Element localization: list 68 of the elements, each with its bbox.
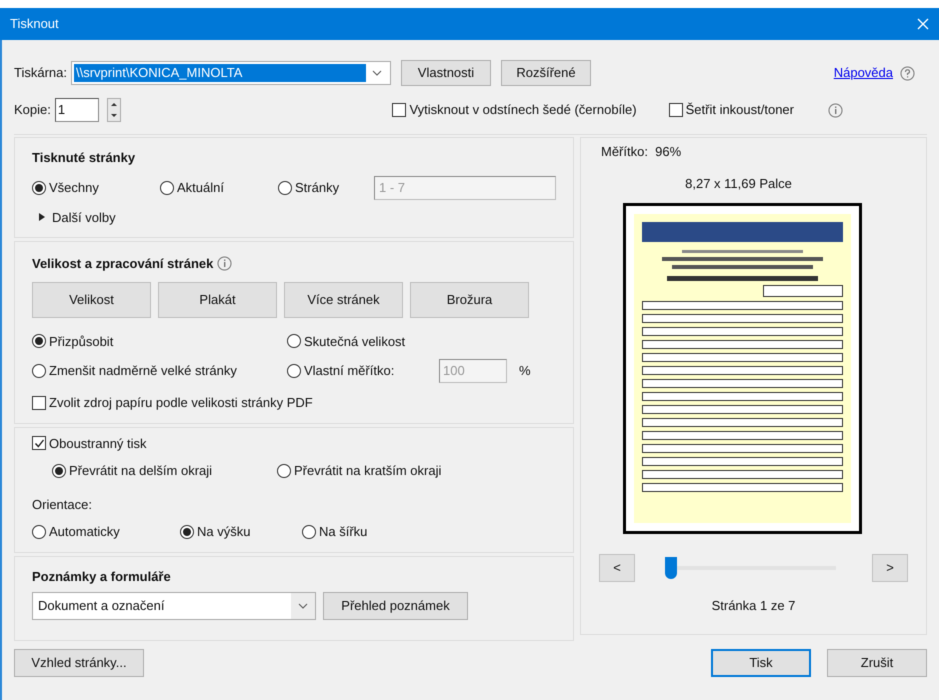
printer-button[interactable]: Vlastnosti	[400, 60, 491, 86]
next-page-button[interactable]: >	[872, 554, 908, 582]
percent-label: %	[519, 362, 531, 380]
radio-button[interactable]	[160, 180, 174, 194]
radio-label: Vlastní měřítko:	[304, 362, 394, 380]
scale-label: Měřítko: 96%	[601, 143, 682, 161]
chevron-down-icon	[372, 70, 382, 76]
checkbox[interactable]	[668, 103, 683, 117]
radio-label: Zmenšit nadměrně velké stránky	[49, 362, 237, 380]
chevron-down-icon	[298, 603, 308, 609]
checkbox-label: Oboustranný tisk	[49, 434, 147, 453]
radio-label: Stránky	[295, 178, 340, 197]
sizing-mode-button[interactable]: Brožura	[410, 282, 529, 318]
checkbox-label: Šetřit inkoust/toner	[686, 101, 794, 120]
checkbox-label: Vytisknout v odstínech šedé (černobíle)	[409, 101, 637, 120]
radio-label: Přizpůsobit	[49, 332, 114, 351]
printer-button[interactable]: Rozšířené	[500, 60, 591, 86]
orientation-label: Orientace:	[32, 496, 93, 514]
section-title: Velikost a zpracování stránek	[32, 255, 214, 273]
radio-button[interactable]	[180, 524, 194, 539]
radio-label: Na šířku	[319, 523, 368, 541]
notes-dropdown[interactable]: Dokument a označení	[32, 592, 316, 620]
copies-field[interactable]: 1	[54, 98, 99, 122]
sizing-mode-button[interactable]: Plakát	[158, 282, 277, 318]
section-title: Poznámky a formuláře	[32, 568, 172, 586]
more-options-toggle[interactable]: Další volby	[32, 208, 556, 227]
radio-button[interactable]	[277, 464, 291, 478]
checkbox[interactable]	[32, 436, 46, 450]
slider-thumb[interactable]	[665, 557, 677, 579]
radio-button[interactable]	[287, 364, 301, 378]
radio-label: Převrátit na kratším okraji	[294, 462, 442, 480]
info-icon[interactable]	[828, 102, 843, 118]
radio-button[interactable]	[287, 334, 301, 348]
radio-label: Automaticky	[49, 523, 120, 541]
previous-page-button[interactable]: <	[599, 554, 635, 582]
radio-label: Aktuální	[177, 178, 224, 197]
printer-label: Tiskárna:	[14, 64, 67, 82]
radio-button[interactable]	[52, 464, 66, 478]
window-title: Tisknout	[10, 15, 59, 34]
radio-button[interactable]	[302, 524, 316, 539]
info-icon[interactable]	[217, 256, 232, 272]
help-link[interactable]: Nápověda	[834, 63, 893, 83]
radio-label: Všechny	[49, 178, 99, 197]
sizing-mode-button[interactable]: Více stránek	[284, 282, 403, 318]
radio-button[interactable]	[278, 180, 292, 194]
checkbox[interactable]	[32, 396, 46, 410]
radio-label: Převrátit na delším okraji	[69, 462, 212, 480]
sizing-mode-button[interactable]: Velikost	[32, 282, 151, 318]
notes-summary-button[interactable]: Přehled poznámek	[323, 592, 468, 620]
page-setup-button[interactable]: Vzhled stránky...	[14, 649, 144, 677]
checkbox-label: Zvolit zdroj papíru podle velikosti stránky PDF	[49, 394, 313, 412]
page-indicator: Stránka 1 ze 7	[712, 597, 796, 615]
printer-dropdown[interactable]: \\srvprint\KONICA_MINOLTA	[70, 61, 391, 85]
radio-label: Na výšku	[197, 523, 250, 541]
help-icon[interactable]	[900, 66, 915, 80]
dialog-button[interactable]: Zrušit	[827, 649, 927, 677]
dialog-button[interactable]: Tisk	[711, 649, 811, 677]
close-icon[interactable]	[917, 18, 929, 30]
radio-button[interactable]	[32, 524, 46, 539]
checkbox[interactable]	[392, 103, 406, 117]
radio-label: Skutečná velikost	[304, 332, 406, 350]
copies-spinner[interactable]	[106, 98, 121, 122]
section-title: Tisknuté stránky	[32, 149, 136, 167]
radio-button[interactable]	[32, 364, 46, 378]
copies-label: Kopie:	[14, 101, 51, 120]
radio-button[interactable]	[32, 334, 46, 348]
paper-size-label: 8,27 x 11,69 Palce	[685, 174, 792, 192]
radio-button[interactable]	[32, 180, 46, 194]
